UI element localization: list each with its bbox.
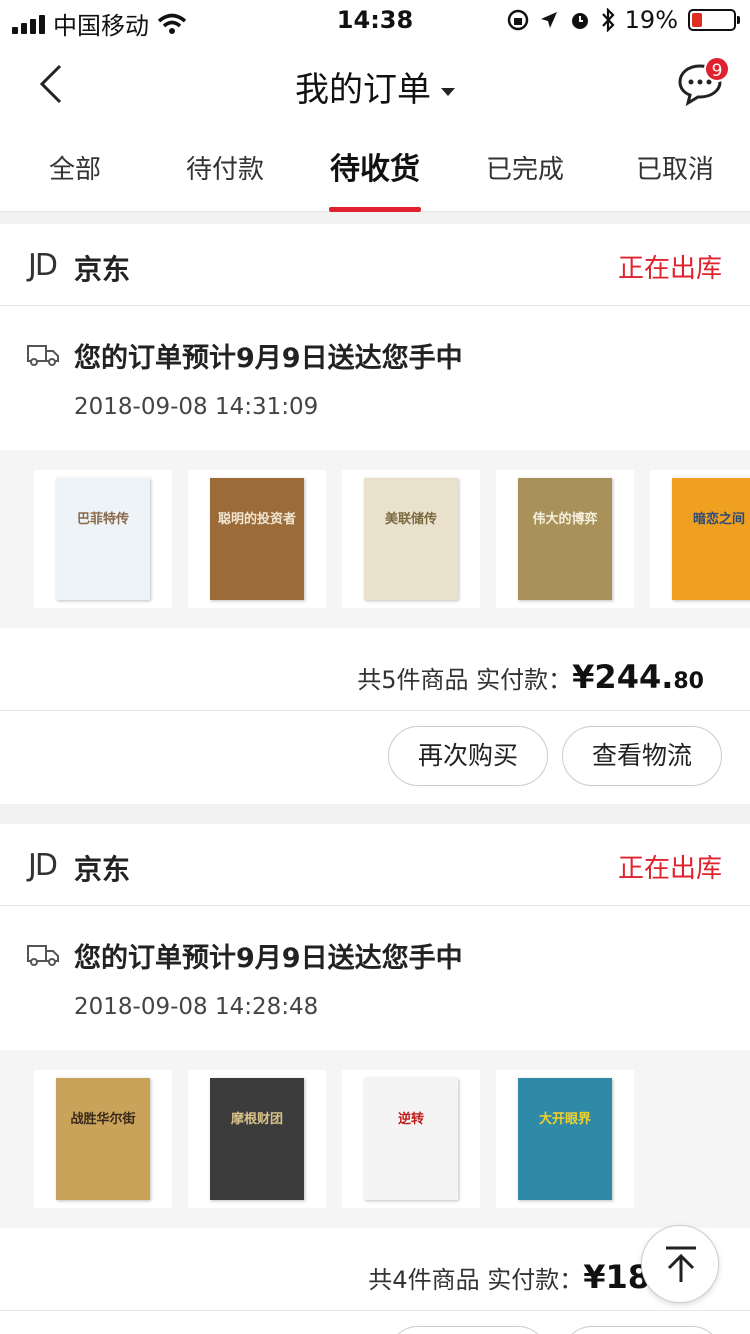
- item-count-label: 共5件商品 实付款：: [357, 666, 573, 694]
- divider: [0, 1310, 750, 1311]
- product-strip[interactable]: 战胜华尔街 摩根财团 逆转 大开眼界: [0, 1050, 750, 1228]
- bluetooth-icon: [601, 8, 615, 32]
- tab-pending-receipt-label: 待收货: [330, 152, 420, 187]
- tab-completed[interactable]: 已完成: [450, 130, 600, 212]
- product-thumbnail[interactable]: 摩根财团: [188, 1070, 326, 1208]
- product-strip[interactable]: 巴菲特传 聪明的投资者 美联储传 伟大的博弈 暗恋之间: [0, 450, 750, 628]
- product-thumbnail[interactable]: 逆转: [342, 1070, 480, 1208]
- order-total: 共5件商品 实付款：¥244.80: [357, 658, 704, 696]
- truck-icon: [27, 945, 59, 966]
- order-card[interactable]: JD 京东 正在出库 您的订单预计9月9日送达您手中 2018-09-08 14…: [0, 224, 750, 804]
- page-title: 我的订单: [295, 70, 431, 110]
- product-thumbnail[interactable]: 战胜华尔街: [34, 1070, 172, 1208]
- tab-cancelled[interactable]: 已取消: [600, 130, 750, 212]
- order-time: 2018-09-08 14:28:48: [74, 994, 319, 1020]
- product-thumbnail[interactable]: 大开眼界: [496, 1070, 634, 1208]
- item-count-label: 共4件商品 实付款：: [368, 1266, 584, 1294]
- product-thumbnail[interactable]: 暗恋之间: [650, 470, 750, 608]
- jd-logo-icon: JD: [28, 848, 58, 883]
- page-title-dropdown[interactable]: 我的订单: [0, 62, 750, 111]
- orientation-lock-icon: [507, 9, 528, 31]
- product-thumbnail[interactable]: 巴菲特传: [34, 470, 172, 608]
- view-logistics-button[interactable]: [562, 1326, 722, 1334]
- arrow-up-icon: [666, 1246, 696, 1282]
- delivery-estimate: 您的订单预计9月9日送达您手中: [74, 943, 463, 974]
- product-thumbnail[interactable]: 美联储传: [342, 470, 480, 608]
- location-icon: [540, 12, 557, 28]
- buy-again-button[interactable]: 再次购买: [388, 726, 548, 786]
- tab-pending-receipt[interactable]: 待收货: [300, 130, 450, 212]
- product-thumbnail[interactable]: 聪明的投资者: [188, 470, 326, 608]
- divider: [0, 710, 750, 711]
- status-bar: 中国移动 14:38 19%: [0, 0, 750, 40]
- tab-all[interactable]: 全部: [0, 130, 150, 212]
- jd-logo-icon: JD: [28, 248, 58, 283]
- total-amount: ¥244.: [572, 658, 674, 696]
- navigation-bar: 我的订单 9: [0, 40, 750, 130]
- product-thumbnail[interactable]: 伟大的博弈: [496, 470, 634, 608]
- shop-header[interactable]: JD 京东 正在出库: [0, 824, 750, 906]
- view-logistics-button[interactable]: 查看物流: [562, 726, 722, 786]
- shop-header[interactable]: JD 京东 正在出库: [0, 224, 750, 306]
- truck-icon: [27, 345, 59, 366]
- total-cents: 80: [673, 669, 704, 694]
- order-status: 正在出库: [617, 254, 722, 284]
- buy-again-button[interactable]: [388, 1326, 548, 1334]
- caret-down-icon: [441, 87, 455, 96]
- battery-percent: 19%: [624, 6, 678, 34]
- back-to-top-button[interactable]: [641, 1225, 719, 1303]
- delivery-estimate: 您的订单预计9月9日送达您手中: [74, 343, 463, 374]
- battery-icon: [688, 9, 740, 31]
- order-total: 共4件商品 实付款：¥18: [368, 1258, 650, 1296]
- total-amount: ¥18: [583, 1258, 650, 1296]
- alarm-icon: [571, 13, 588, 29]
- active-tab-indicator: [329, 207, 421, 212]
- shop-name: 京东: [74, 253, 131, 286]
- order-tabs: 全部 待付款 待收货 已完成 已取消: [0, 130, 750, 212]
- shop-name: 京东: [74, 853, 131, 886]
- order-time: 2018-09-08 14:31:09: [74, 394, 319, 420]
- order-card[interactable]: JD 京东 正在出库 您的订单预计9月9日送达您手中 2018-09-08 14…: [0, 824, 750, 1334]
- tab-pending-payment[interactable]: 待付款: [150, 130, 300, 212]
- message-count-badge: 9: [704, 56, 730, 82]
- order-status: 正在出库: [617, 854, 722, 884]
